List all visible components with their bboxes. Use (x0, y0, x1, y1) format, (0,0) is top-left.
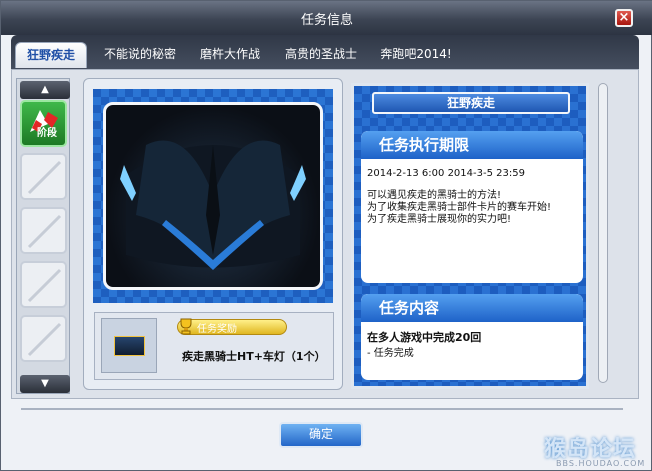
stage-slot-empty[interactable] (20, 261, 67, 308)
task-info-window: 任务信息 × 狂野疾走 不能说的秘密 磨杵大作战 高贵的圣战士 奔跑吧2014!… (0, 0, 652, 471)
reward-header: 任务奖励 (197, 324, 237, 335)
car-front-graphic (120, 140, 306, 270)
stage-slot-active[interactable]: 阶段 (20, 100, 67, 147)
tab-secret[interactable]: 不能说的秘密 (97, 42, 183, 68)
tab-pestle-battle[interactable]: 磨杵大作战 (191, 42, 269, 68)
tab-noble-warrior[interactable]: 高贵的圣战士 (277, 42, 365, 68)
stage-slot-empty[interactable] (20, 207, 67, 254)
stage-scroll-up-button[interactable]: ▲ (20, 81, 70, 99)
period-card-body: 2014-2-13 6:00 2014-3-5 23:59 可以遇见疾走的黑骑士… (361, 159, 583, 226)
period-card: 任务执行期限 2014-2-13 6:00 2014-3-5 23:59 可以遇… (361, 131, 583, 283)
trophy-icon (180, 318, 192, 335)
description-line: 可以遇见疾走的黑骑士的方法! (367, 190, 502, 201)
tab-strip: 狂野疾走 不能说的秘密 磨杵大作战 高贵的圣战士 奔跑吧2014! (11, 35, 639, 69)
close-icon: × (618, 10, 630, 25)
stage-label: 阶段 (37, 128, 57, 139)
empty-slot-icon (27, 322, 62, 357)
tab-run-2014[interactable]: 奔跑吧2014! (373, 42, 459, 68)
stage-slot-empty[interactable] (20, 153, 67, 200)
empty-slot-icon (27, 214, 62, 249)
description-line: 为了疾走黑骑士展现你的实力吧! (367, 214, 512, 225)
content-card-title: 任务内容 (361, 294, 583, 322)
divider (21, 408, 623, 410)
content-card: 任务内容 在多人游戏中完成20回 - 任务完成 (361, 294, 583, 380)
close-button[interactable]: × (615, 9, 633, 27)
stage-slot-empty[interactable] (20, 315, 67, 362)
detail-scrollbar[interactable] (598, 83, 608, 383)
task-period: 2014-2-13 6:00 2014-3-5 23:59 (367, 168, 525, 179)
empty-slot-icon (27, 160, 62, 195)
window-title: 任务信息 (300, 13, 353, 28)
tab-wild-sprint[interactable]: 狂野疾走 (15, 42, 87, 68)
car-image (103, 102, 323, 290)
empty-slot-icon (27, 268, 62, 303)
stage-scroll-down-button[interactable]: ▼ (20, 375, 70, 393)
confirm-button[interactable]: 确定 (279, 422, 363, 448)
task-objective: 在多人游戏中完成20回 (367, 331, 482, 344)
task-condition: - 任务完成 (367, 348, 414, 359)
arrow-up-icon: ▲ (41, 84, 49, 95)
period-card-title: 任务执行期限 (361, 131, 583, 159)
title-bar: 任务信息 × (1, 1, 652, 35)
car-card-icon (114, 336, 145, 356)
arrow-down-icon: ▼ (41, 378, 49, 389)
content-card-body: 在多人游戏中完成20回 - 任务完成 (361, 322, 583, 360)
description-line: 为了收集疾走黑骑士部件卡片的赛车开始! (367, 202, 552, 213)
task-name: 狂野疾走 (372, 92, 570, 114)
watermark-url: BBS.HOUDAO.COM (556, 459, 646, 468)
reward-item-name: 疾走黑骑士HT+车灯（1个） (182, 350, 326, 363)
